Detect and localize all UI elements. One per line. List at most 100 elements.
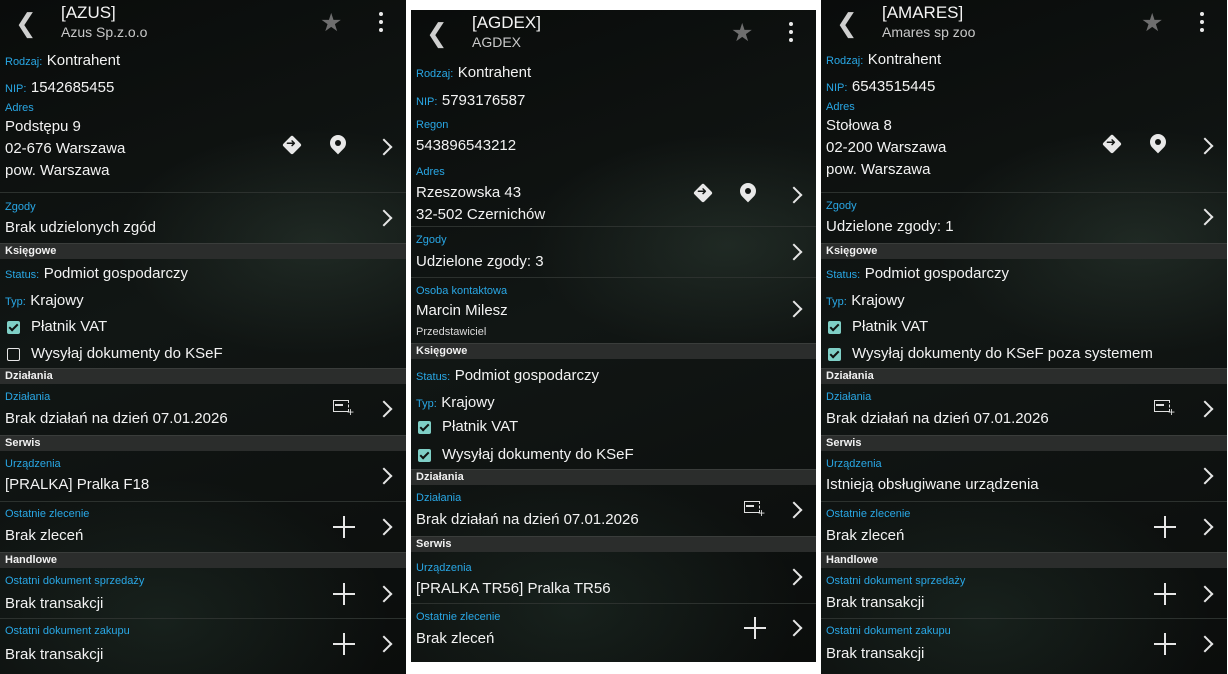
checkbox-unchecked[interactable] [7,348,20,361]
chevron-right-icon[interactable] [377,398,391,422]
zakup-row[interactable]: Ostatni dokument zakupu Brak transakcji [821,619,1227,669]
adres-row[interactable]: Adres Stołowa 8 02-200 Warszawa pow. War… [821,100,1227,193]
zgody-row[interactable]: Zgody Brak udzielonych zgód [0,193,406,243]
rodzaj-value: Kontrahent [46,52,121,69]
section-serwis: Serwis [821,435,1227,451]
checkbox-platnik-vat[interactable]: Płatnik VAT [411,413,816,441]
typ-label: Typ: [826,296,847,308]
rodzaj-value: Kontrahent [457,64,532,81]
checkbox-checked[interactable] [828,321,841,334]
plus-icon[interactable] [333,583,355,605]
navigation-icon[interactable] [1102,134,1124,156]
chevron-right-icon[interactable] [1198,135,1212,159]
chevron-right-icon[interactable] [377,583,391,607]
osoba-row[interactable]: Osoba kontaktowa Marcin Milesz Przedstaw… [411,278,816,343]
chevron-right-icon[interactable] [787,499,801,523]
chevron-right-icon[interactable] [377,465,391,489]
nip-value: 6543515445 [851,78,936,95]
map-pin-icon[interactable] [329,135,347,159]
chevron-right-icon[interactable] [1198,206,1212,230]
chevron-right-icon[interactable] [1198,398,1212,422]
nip-label: NIP: [826,82,848,94]
dzialania-row[interactable]: Działania Brak działań na dzień 07.01.20… [411,485,816,536]
map-pin-icon[interactable] [1149,134,1167,158]
chevron-right-icon[interactable] [1198,516,1212,540]
chevron-right-icon[interactable] [1198,633,1212,657]
add-activity-icon[interactable]: + [332,398,356,418]
star-icon[interactable]: ★ [320,9,342,37]
chevron-right-icon[interactable] [377,207,391,231]
plus-icon[interactable] [1154,633,1176,655]
chevron-right-icon[interactable] [787,617,801,641]
dzialania-row[interactable]: Działania Brak działań na dzień 07.01.20… [821,384,1227,435]
urzadzenia-row[interactable]: Urządzenia [PRALKA] Pralka F18 [0,451,406,502]
chevron-right-icon[interactable] [377,633,391,657]
checkbox-ksef[interactable]: Wysyłaj dokumenty do KSeF [411,441,816,469]
chevron-right-icon[interactable] [1198,465,1212,489]
plus-icon[interactable] [333,633,355,655]
plus-icon[interactable] [333,516,355,538]
more-vertical-icon[interactable] [1197,9,1207,37]
sprzedaz-row[interactable]: Ostatni dokument sprzedaży Brak transakc… [821,568,1227,619]
adres-row[interactable]: Adres Podstępu 9 02-676 Warszawa pow. Wa… [0,100,406,193]
urzadzenia-value: [PRALKA TR56] Pralka TR56 [416,580,611,597]
status-row: Status: Podmiot gospodarczy [821,259,1227,286]
zgody-row[interactable]: Zgody Udzielone zgody: 1 [821,193,1227,243]
checkbox-platnik-vat[interactable]: Płatnik VAT [0,313,406,340]
typ-label: Typ: [5,296,26,308]
chevron-right-icon[interactable] [787,184,801,208]
navigation-icon[interactable] [282,135,304,157]
zlecenie-row[interactable]: Ostatnie zlecenie Brak zleceń [411,604,816,654]
back-icon[interactable]: ❮ [836,8,858,38]
checkbox-ksef[interactable]: Wysyłaj dokumenty do KSeF [0,340,406,368]
back-icon[interactable]: ❮ [426,18,448,48]
section-dzialania: Działania [0,368,406,384]
checkbox-ksef[interactable]: Wysyłaj dokumenty do KSeF poza systemem [821,340,1227,368]
navigation-icon[interactable] [693,183,715,205]
chevron-right-icon[interactable] [377,516,391,540]
checkbox-checked[interactable] [828,348,841,361]
star-icon[interactable]: ★ [731,19,753,47]
sprzedaz-label: Ostatni dokument sprzedaży [5,575,145,587]
urzadzenia-row[interactable]: Urządzenia [PRALKA TR56] Pralka TR56 [411,552,816,604]
add-activity-icon[interactable]: + [1153,398,1177,418]
checkbox-platnik-vat[interactable]: Płatnik VAT [821,313,1227,340]
checkbox-checked[interactable] [418,421,431,434]
plus-icon[interactable] [744,617,766,639]
sprzedaz-row[interactable]: Ostatni dokument sprzedaży Brak transakc… [0,568,406,619]
adres-row[interactable]: Adres Rzeszowska 43 32-502 Czernichów [411,156,816,227]
add-activity-icon[interactable]: + [743,499,767,519]
chevron-right-icon[interactable] [377,136,391,160]
adres-line-1: Stołowa 8 [826,117,892,134]
zgody-value: Udzielone zgody: 3 [416,253,544,270]
more-vertical-icon[interactable] [786,19,796,47]
back-icon[interactable]: ❮ [15,8,37,38]
chevron-right-icon[interactable] [787,241,801,265]
plus-icon[interactable] [1154,583,1176,605]
zlecenie-row[interactable]: Ostatnie zlecenie Brak zleceń [821,502,1227,552]
app-bar: ❮ [AMARES] Amares sp zoo ★ [821,0,1227,45]
checkbox-checked[interactable] [418,449,431,462]
more-vertical-icon[interactable] [376,9,386,37]
plus-icon[interactable] [1154,516,1176,538]
checkbox-label: Płatnik VAT [442,418,519,435]
star-icon[interactable]: ★ [1141,9,1163,37]
chevron-right-icon[interactable] [1198,583,1212,607]
status-row: Status: Podmiot gospodarczy [0,259,406,286]
dzialania-row[interactable]: Działania Brak działań na dzień 07.01.20… [0,384,406,435]
zgody-row[interactable]: Zgody Udzielone zgody: 3 [411,227,816,278]
urzadzenia-row[interactable]: Urządzenia Istnieją obsługiwane urządzen… [821,451,1227,502]
sprzedaz-value: Brak transakcji [826,594,925,611]
zlecenie-row[interactable]: Ostatnie zlecenie Brak zleceń [0,502,406,552]
map-pin-icon[interactable] [739,183,757,207]
contractor-panel-azus: ❮ [AZUS] Azus Sp.z.o.o ★ Rodzaj: Kontrah… [0,0,406,674]
dzialania-value: Brak działań na dzień 07.01.2026 [416,511,639,528]
chevron-right-icon[interactable] [787,298,801,322]
adres-line-1: Rzeszowska 43 [416,184,522,201]
checkbox-checked[interactable] [7,321,20,334]
zakup-row[interactable]: Ostatni dokument zakupu Brak transakcji [0,619,406,669]
chevron-right-icon[interactable] [787,566,801,590]
status-value: Podmiot gospodarczy [454,367,599,384]
dzialania-value: Brak działań na dzień 07.01.2026 [826,410,1049,427]
zakup-label: Ostatni dokument zakupu [826,625,951,637]
